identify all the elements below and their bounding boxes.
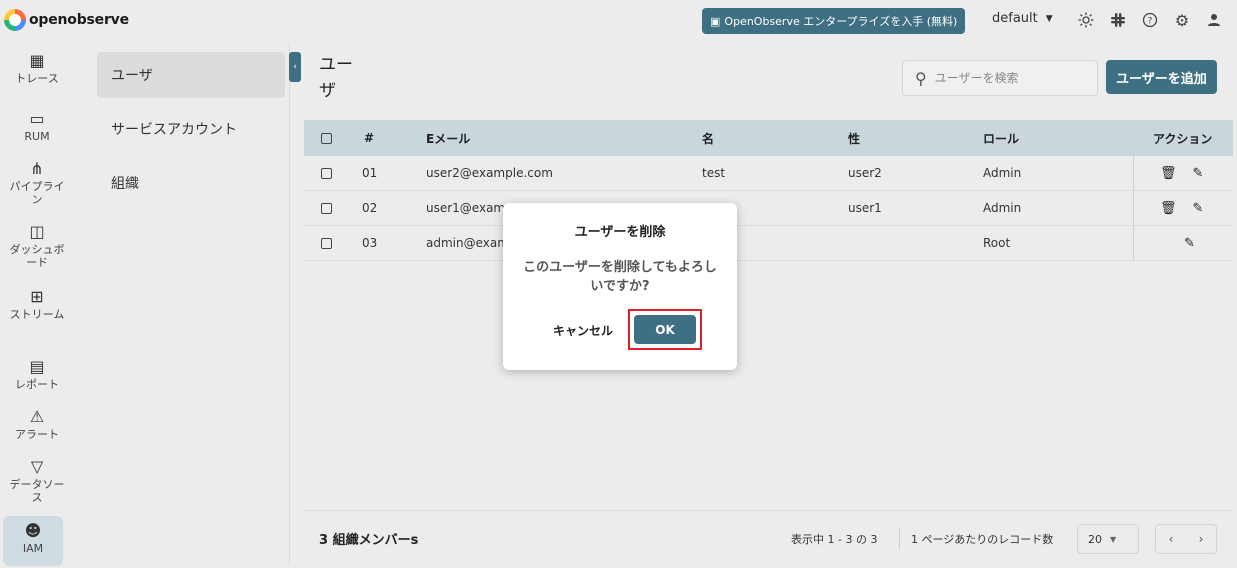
ok-highlight: OK — [628, 309, 702, 350]
delete-user-dialog: ユーザーを削除 このユーザーを削除してもよろしいですか? キャンセル OK — [503, 203, 737, 370]
dialog-message: このユーザーを削除してもよろしいですか? — [523, 260, 717, 294]
cancel-button[interactable]: キャンセル — [553, 322, 613, 339]
ok-button[interactable]: OK — [634, 315, 696, 344]
dialog-overlay: ユーザーを削除 このユーザーを削除してもよろしいですか? キャンセル OK — [0, 0, 1237, 568]
dialog-title: ユーザーを削除 — [574, 225, 666, 240]
